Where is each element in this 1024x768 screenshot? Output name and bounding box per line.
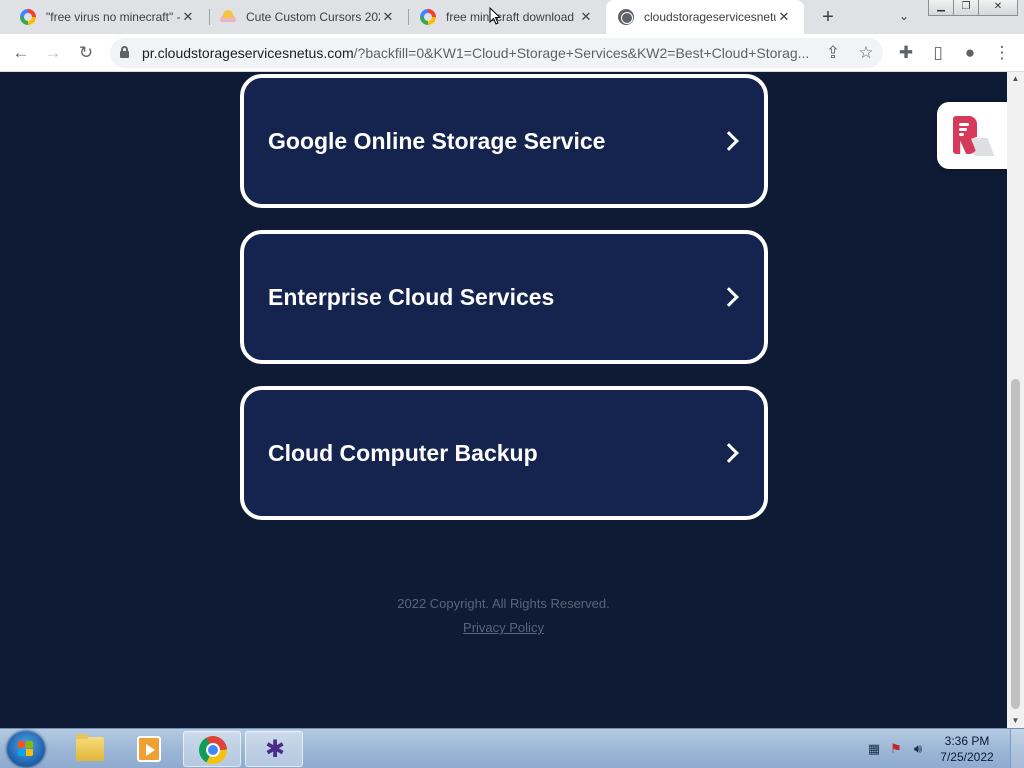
taskbar-windows-explorer[interactable] [60, 731, 118, 767]
close-tab-icon[interactable]: ✕ [380, 9, 396, 25]
chrome-icon [199, 736, 227, 764]
action-center-flag-icon[interactable]: ⚑ [888, 741, 904, 757]
close-tab-icon[interactable]: ✕ [776, 9, 792, 25]
extension-widget[interactable] [937, 102, 1007, 169]
reload-button[interactable]: ↻ [72, 39, 100, 67]
web-page-content: Google Online Storage Service Enterprise… [0, 72, 1007, 728]
volume-icon[interactable]: 🔊︎ [910, 741, 926, 757]
tab-free-minecraft-download[interactable]: free minecraft download ✕ [408, 0, 606, 34]
taskbar-spider-app[interactable]: ✱ [245, 731, 303, 767]
windows-taskbar: ✱ ▦ ⚑ 🔊︎ 3:36 PM 7/25/2022 [0, 728, 1024, 768]
card-label: Google Online Storage Service [268, 127, 606, 154]
spider-icon: ✱ [264, 736, 286, 763]
globe-icon [618, 9, 634, 25]
taskbar-google-chrome[interactable] [183, 731, 241, 767]
clock-date: 7/25/2022 [940, 750, 994, 764]
folder-icon [76, 734, 104, 761]
card-google-online-storage-service[interactable]: Google Online Storage Service [240, 74, 768, 208]
side-panel-icon[interactable]: ▯ [924, 39, 952, 67]
card-label: Cloud Computer Backup [268, 439, 538, 466]
new-tab-button[interactable]: + [815, 4, 841, 30]
tab-cute-custom-cursors[interactable]: Cute Custom Cursors 2022 ✕ [208, 0, 408, 34]
back-button[interactable]: ← [7, 39, 35, 67]
close-tab-icon[interactable]: ✕ [180, 9, 196, 25]
url-text[interactable]: pr.cloudstorageservicesnetus.com/?backfi… [142, 45, 822, 61]
tab-title: cloudstorageservicesnetus [644, 10, 776, 24]
close-window-button[interactable]: ✕ [978, 0, 1018, 16]
chevron-right-icon [719, 443, 739, 463]
chevron-right-icon [719, 131, 739, 151]
card-cloud-computer-backup[interactable]: Cloud Computer Backup [240, 386, 768, 520]
clock-time: 3:36 PM [944, 734, 990, 748]
tab-search-chevron-icon[interactable]: ⌄ [894, 6, 914, 26]
tab-free-virus-search[interactable]: "free virus no minecraft" - ✕ [8, 0, 208, 34]
scroll-down-arrow-icon[interactable]: ▼ [1007, 714, 1024, 728]
card-enterprise-cloud-services[interactable]: Enterprise Cloud Services [240, 230, 768, 364]
taskbar-media-player[interactable] [120, 731, 178, 767]
chevron-right-icon [719, 287, 739, 307]
share-icon[interactable]: ⇪ [819, 39, 847, 67]
url-path: /?backfill=0&KW1=Cloud+Storage+Services&… [353, 45, 810, 61]
close-tab-icon[interactable]: ✕ [578, 9, 594, 25]
google-icon [20, 9, 36, 25]
address-bar[interactable]: pr.cloudstorageservicesnetus.com/?backfi… [110, 38, 883, 68]
privacy-policy-link[interactable]: Privacy Policy [463, 620, 544, 635]
chrome-menu-icon[interactable]: ⋮ [988, 39, 1016, 67]
browser-toolbar: ← → ↻ pr.cloudstorageservicesnetus.com/?… [0, 34, 1024, 72]
network-icon[interactable]: ▦ [866, 741, 882, 757]
start-button[interactable] [7, 731, 45, 767]
page-scrollbar[interactable]: ▲ ▼ [1007, 72, 1024, 728]
taskbar-clock[interactable]: 3:36 PM 7/25/2022 [932, 733, 1002, 765]
profile-avatar-icon[interactable]: ● [956, 39, 984, 67]
lock-icon[interactable] [120, 46, 129, 58]
system-tray: ▦ ⚑ 🔊︎ 3:36 PM 7/25/2022 [854, 729, 1024, 768]
cursor-site-icon [220, 10, 236, 24]
copyright-text: 2022 Copyright. All Rights Reserved. [397, 596, 610, 611]
tab-cloudstorageservicesnetus[interactable]: cloudstorageservicesnetus ✕ [606, 0, 804, 34]
browser-tab-strip: "free virus no minecraft" - ✕ Cute Custo… [0, 0, 1024, 34]
media-player-icon [137, 736, 161, 762]
forward-button[interactable]: → [39, 39, 67, 67]
minimize-button[interactable]: ▁ [928, 0, 954, 16]
card-label: Enterprise Cloud Services [268, 283, 555, 310]
windows-logo-icon [18, 741, 34, 757]
scrollbar-thumb[interactable] [1011, 379, 1020, 709]
maximize-button[interactable]: ❐ [953, 0, 979, 16]
scroll-up-arrow-icon[interactable]: ▲ [1007, 72, 1024, 86]
bookmark-star-icon[interactable]: ☆ [852, 39, 880, 67]
mouse-pointer-icon [489, 7, 501, 25]
privacy-policy-link-wrap: Privacy Policy [0, 620, 1007, 635]
tab-title: Cute Custom Cursors 2022 [246, 10, 380, 24]
tab-title: "free virus no minecraft" - [46, 10, 180, 24]
google-icon [420, 9, 436, 25]
r-logo-icon [953, 116, 995, 156]
tab-title: free minecraft download [446, 10, 575, 24]
show-desktop-button[interactable] [1010, 729, 1024, 768]
extensions-puzzle-icon[interactable]: ✚ [892, 39, 920, 67]
url-domain: pr.cloudstorageservicesnetus.com [142, 45, 354, 61]
